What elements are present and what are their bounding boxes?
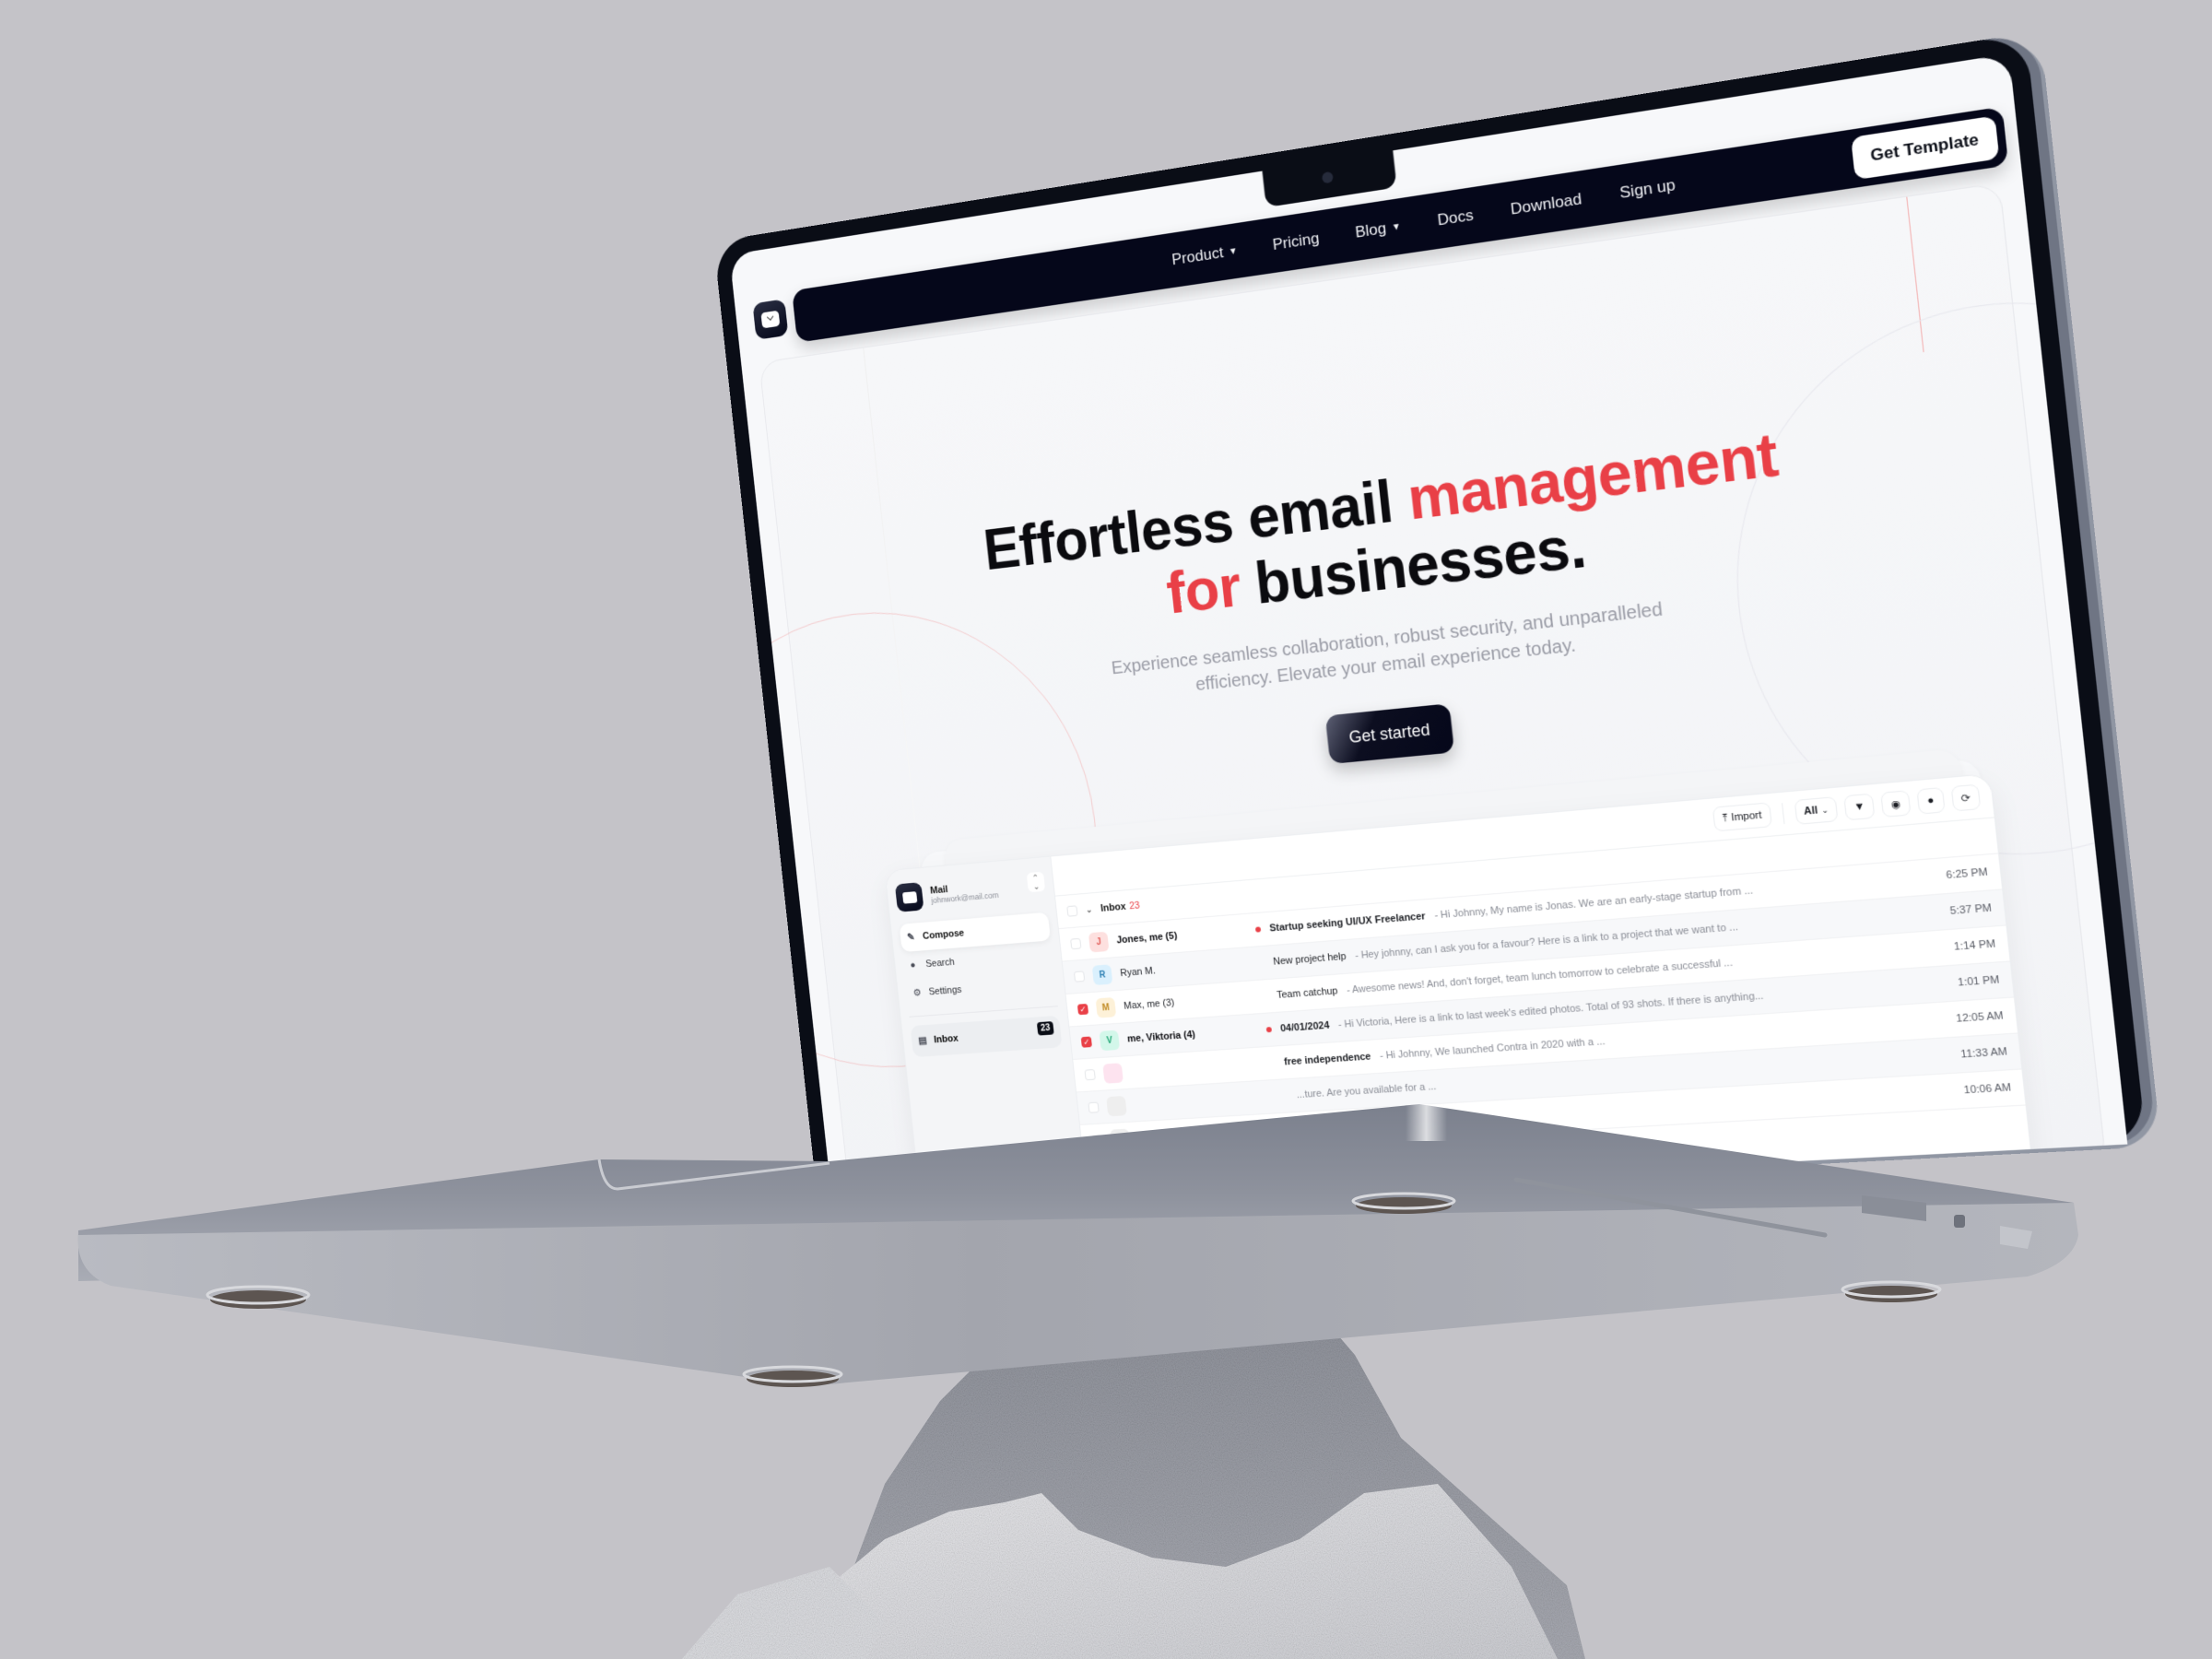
avatar [1106, 1095, 1127, 1117]
nav-link-label: Product [1171, 243, 1225, 269]
inbox-icon: ▤ [917, 1034, 928, 1046]
toolbar-divider [1781, 803, 1785, 825]
nav-link-label: Sign up [1618, 175, 1677, 203]
nav-link-label: Blog [1354, 218, 1388, 241]
email-subject: New project help [1272, 950, 1347, 968]
email-time: 5:37 PM [1949, 902, 1993, 918]
email-time: 1:01 PM [1957, 974, 2001, 989]
mail-logo [894, 882, 924, 912]
email-checkbox[interactable] [1084, 1069, 1096, 1081]
import-label: Import [1730, 809, 1763, 824]
email-subject: Team catchup [1276, 985, 1339, 1001]
email-sender: Jones, me (5) [1115, 930, 1178, 947]
search-button[interactable]: ● [1916, 787, 1946, 815]
refresh-button[interactable]: ⟳ [1950, 783, 1982, 812]
avatar: V [1099, 1030, 1121, 1052]
email-checkbox[interactable]: ✓ [1077, 1003, 1089, 1016]
email-checkbox[interactable] [1070, 937, 1082, 950]
gear-icon: ⚙ [912, 987, 923, 999]
mail-envelope-icon [760, 310, 781, 329]
pencil-icon: ✎ [906, 931, 916, 943]
camera-icon [1321, 171, 1334, 184]
sidebar-item-inbox[interactable]: ▤ Inbox 23 [910, 1015, 1063, 1058]
email-checkbox[interactable] [1073, 971, 1086, 982]
chevron-down-icon: ⌄ [1820, 805, 1830, 815]
avatar: M [1095, 996, 1117, 1018]
chevron-down-icon: ▼ [1228, 245, 1239, 257]
info-button[interactable]: ◉ [1880, 790, 1912, 818]
email-subject: Startup seeking UI/UX Freelancer [1268, 911, 1427, 935]
nav-link-download[interactable]: Download [1510, 190, 1583, 219]
email-sender [1135, 1097, 1265, 1105]
email-sender: me, Viktoria (4) [1126, 1029, 1196, 1045]
email-checkbox[interactable] [1088, 1101, 1100, 1113]
avatar: R [1091, 964, 1113, 986]
hero-section: Effortless email management for business… [729, 182, 2128, 1211]
email-checkbox[interactable] [1091, 1135, 1103, 1147]
email-time: 10:06 AM [1963, 1081, 2012, 1097]
nav-link-pricing[interactable]: Pricing [1272, 229, 1321, 254]
nav-link-label: Download [1509, 189, 1583, 218]
get-template-button[interactable]: Get Template [1850, 115, 2000, 181]
unread-dot-icon [1265, 1027, 1273, 1033]
sidebar-item-label: Inbox [933, 1033, 959, 1046]
site-logo[interactable] [752, 299, 789, 340]
email-subject: free independence [1283, 1051, 1371, 1068]
info-icon: ◉ [1889, 797, 1901, 811]
search-icon: ● [909, 959, 917, 971]
filter-select[interactable]: All ⌄ [1794, 796, 1839, 825]
nav-link-signup[interactable]: Sign up [1618, 176, 1676, 204]
nav-link-blog[interactable]: Blog ▼ [1354, 217, 1401, 241]
avatar [1110, 1128, 1131, 1149]
unread-dot-icon [1254, 926, 1262, 933]
chevron-down-icon[interactable]: ⌄ [1086, 904, 1093, 914]
email-time: 6:25 PM [1945, 866, 1989, 882]
inbox-header-label: Inbox [1100, 900, 1127, 914]
filter-select-value: All [1803, 805, 1818, 818]
hero-title-accent: management [1404, 419, 1782, 533]
email-time: 12:05 AM [1955, 1010, 2005, 1025]
camera-notch [1262, 150, 1397, 208]
refresh-icon: ⟳ [1960, 792, 1971, 805]
sidebar-item-label: Search [924, 957, 956, 970]
account-switcher[interactable]: Mail johnwork@mail.com [894, 872, 1046, 912]
inbox-header-count: 23 [1128, 900, 1141, 912]
search-icon: ● [1926, 794, 1936, 807]
email-sender [1138, 1131, 1268, 1138]
email-time: 11:33 AM [1959, 1045, 2008, 1061]
nav-link-label: Pricing [1271, 229, 1321, 254]
filter-button[interactable]: ▼ [1843, 793, 1876, 821]
avatar [1102, 1063, 1124, 1084]
chevron-down-icon: ▼ [1391, 220, 1402, 233]
email-subject: 04/01/2024 [1279, 1019, 1331, 1035]
nav-link-docs[interactable]: Docs [1437, 206, 1475, 230]
import-button[interactable]: ⤒ Import [1712, 802, 1772, 832]
mail-envelope-icon [901, 890, 917, 904]
get-started-button[interactable]: Get started [1324, 703, 1455, 765]
select-all-checkbox[interactable] [1066, 905, 1078, 917]
sidebar-item-label: Compose [922, 927, 965, 942]
inbox-count-badge: 23 [1036, 1021, 1054, 1036]
hero-title-accent: for [1163, 552, 1244, 627]
email-checkbox[interactable]: ✓ [1080, 1036, 1092, 1048]
email-sender [1131, 1064, 1261, 1072]
email-sender: Max, me (3) [1123, 997, 1175, 1012]
sidebar-divider [909, 1006, 1058, 1018]
avatar: J [1088, 931, 1110, 953]
upload-icon: ⤒ [1722, 812, 1728, 824]
laptop-lid: Product ▼ Pricing Blog ▼ Docs Download Sig… [713, 32, 2147, 1212]
nav-link-label: Docs [1436, 206, 1475, 229]
nav-link-product[interactable]: Product ▼ [1171, 241, 1238, 269]
chevron-up-down-icon[interactable]: ⌃ ⌄ [1026, 871, 1046, 893]
sidebar-item-label: Settings [928, 984, 962, 998]
filter-icon: ▼ [1853, 800, 1866, 814]
email-sender: Ryan M. [1119, 965, 1157, 980]
laptop-screen: Product ▼ Pricing Blog ▼ Docs Download Sig… [729, 53, 2128, 1211]
email-time: 1:14 PM [1953, 938, 1996, 953]
